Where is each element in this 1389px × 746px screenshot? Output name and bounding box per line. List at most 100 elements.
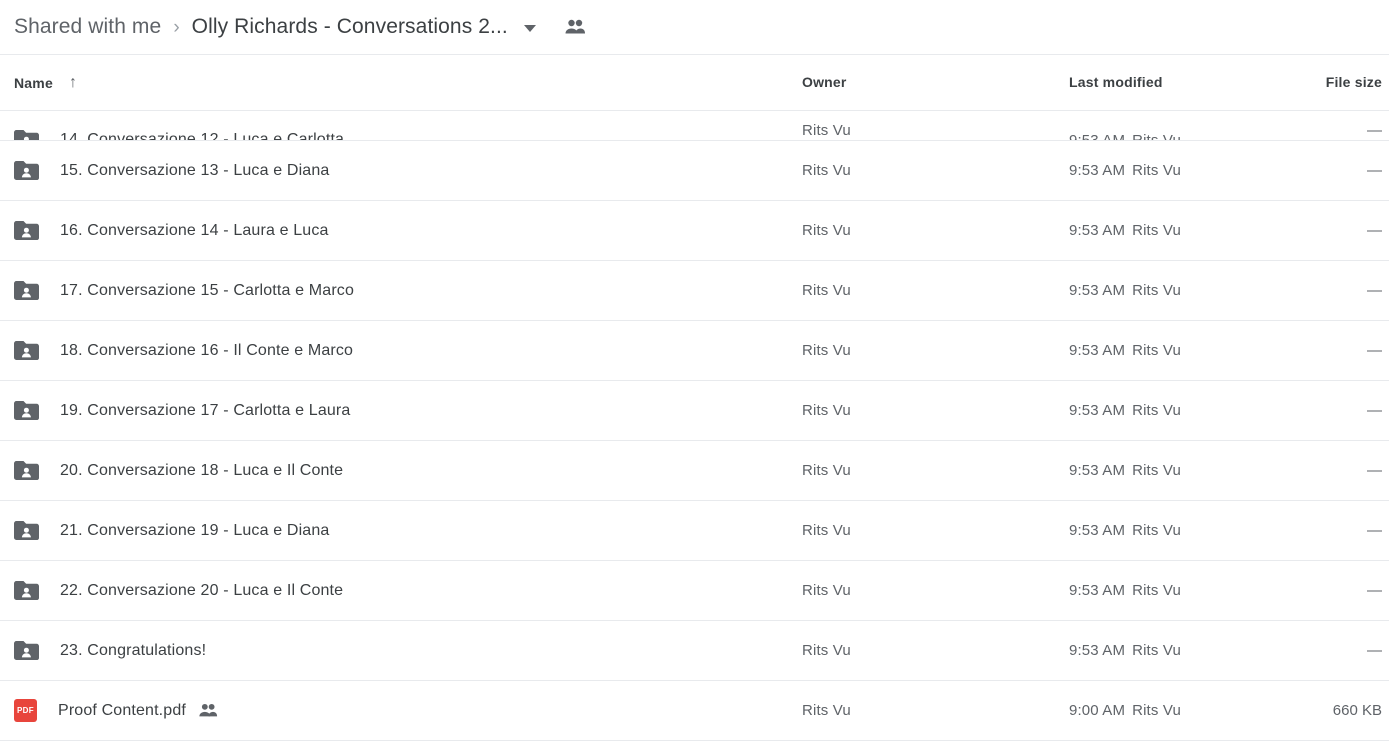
- breadcrumb: Shared with me › Olly Richards - Convers…: [0, 0, 1389, 55]
- breadcrumb-current-folder[interactable]: Olly Richards - Conversations 2...: [192, 15, 508, 39]
- column-header-name[interactable]: Name ↑: [0, 74, 802, 91]
- cell-name[interactable]: 18. Conversazione 16 - Il Conte e Marco: [0, 340, 802, 361]
- modified-by-label: Rits Vu: [1132, 132, 1181, 141]
- modified-by-label: Rits Vu: [1132, 641, 1181, 659]
- cell-owner: Rits Vu: [802, 702, 1069, 720]
- column-header-file-size[interactable]: File size: [1321, 74, 1389, 92]
- table-row[interactable]: 16. Conversazione 14 - Laura e Luca Rits …: [0, 201, 1389, 261]
- shared-folder-icon: [14, 520, 39, 541]
- cell-last-modified: 9:53 AM Rits Vu: [1069, 222, 1321, 240]
- file-size-label: —: [1367, 161, 1382, 179]
- modified-time-label: 9:53 AM: [1069, 221, 1126, 239]
- table-row[interactable]: 19. Conversazione 17 - Carlotta e Laura R…: [0, 381, 1389, 441]
- shared-folder-icon: [14, 280, 39, 301]
- cell-name[interactable]: 15. Conversazione 13 - Luca e Diana: [0, 160, 802, 181]
- modified-by-label: Rits Vu: [1132, 581, 1181, 599]
- modified-by-label: Rits Vu: [1132, 341, 1181, 359]
- column-header-name-label: Name: [14, 74, 53, 91]
- modified-time-label: 9:53 AM: [1069, 641, 1126, 659]
- table-header-row: Name ↑ Owner Last modified File size: [0, 55, 1389, 111]
- column-header-last-modified[interactable]: Last modified: [1069, 74, 1321, 92]
- file-name-label: Proof Content.pdf: [58, 701, 186, 719]
- cell-name[interactable]: 22. Conversazione 20 - Luca e Il Conte: [0, 580, 802, 601]
- file-name-label: 17. Conversazione 15 - Carlotta e Marco: [60, 281, 354, 299]
- cell-file-size: 660 KB: [1321, 702, 1389, 720]
- cell-last-modified: 9:53 AM Rits Vu: [1069, 402, 1321, 420]
- modified-by-label: Rits Vu: [1132, 701, 1181, 719]
- owner-label: Rits Vu: [802, 701, 851, 719]
- cell-name[interactable]: 19. Conversazione 17 - Carlotta e Laura: [0, 400, 802, 421]
- modified-time-label: 9:53 AM: [1069, 341, 1126, 359]
- modified-by-label: Rits Vu: [1132, 221, 1181, 239]
- cell-last-modified: 9:53 AM Rits Vu: [1069, 342, 1321, 360]
- shared-folder-icon: [14, 580, 39, 601]
- owner-label: Rits Vu: [802, 221, 851, 239]
- modified-by-label: Rits Vu: [1132, 401, 1181, 419]
- table-row[interactable]: PDF Proof Content.pdf Rits Vu 9:00 AM Rits V…: [0, 681, 1389, 741]
- cell-last-modified: 9:53 AM Rits Vu: [1069, 642, 1321, 660]
- cell-name[interactable]: PDF Proof Content.pdf: [0, 699, 802, 722]
- file-size-label: —: [1367, 461, 1382, 479]
- shared-folder-icon: [14, 129, 39, 140]
- file-size-label: —: [1367, 341, 1382, 359]
- file-name-label: 14. Conversazione 12 - Luca e Carlotta: [60, 130, 345, 141]
- cell-file-size: —: [1321, 462, 1389, 480]
- cell-name[interactable]: 14. Conversazione 12 - Luca e Carlotta: [0, 119, 802, 140]
- pdf-file-icon: PDF: [14, 699, 37, 722]
- sort-ascending-icon[interactable]: ↑: [69, 74, 77, 91]
- shared-folder-icon: [14, 220, 39, 241]
- cell-name[interactable]: 20. Conversazione 18 - Luca e Il Conte: [0, 460, 802, 481]
- table-row[interactable]: 17. Conversazione 15 - Carlotta e Marco R…: [0, 261, 1389, 321]
- modified-time-label: 9:53 AM: [1069, 132, 1126, 141]
- owner-label: Rits Vu: [802, 161, 851, 179]
- chevron-down-icon[interactable]: [523, 25, 536, 32]
- modified-time-label: 9:53 AM: [1069, 581, 1126, 599]
- cell-last-modified: 9:53 AM Rits Vu: [1069, 162, 1321, 180]
- cell-file-size: —: [1321, 522, 1389, 540]
- table-row[interactable]: 20. Conversazione 18 - Luca e Il Conte Ri…: [0, 441, 1389, 501]
- table-row[interactable]: 15. Conversazione 13 - Luca e Diana Rits …: [0, 141, 1389, 201]
- modified-by-label: Rits Vu: [1132, 281, 1181, 299]
- file-name-label: 15. Conversazione 13 - Luca e Diana: [60, 161, 330, 179]
- cell-name[interactable]: 21. Conversazione 19 - Luca e Diana: [0, 520, 802, 541]
- owner-label: Rits Vu: [802, 641, 851, 659]
- file-size-label: —: [1367, 401, 1382, 419]
- file-size-label: —: [1367, 581, 1382, 599]
- table-row[interactable]: 22. Conversazione 20 - Luca e Il Conte Ri…: [0, 561, 1389, 621]
- owner-label: Rits Vu: [802, 521, 851, 539]
- modified-by-label: Rits Vu: [1132, 161, 1181, 179]
- cell-owner: Rits Vu: [802, 642, 1069, 660]
- cell-name[interactable]: 16. Conversazione 14 - Laura e Luca: [0, 220, 802, 241]
- file-size-label: —: [1367, 281, 1382, 299]
- people-shared-icon[interactable]: [198, 703, 218, 718]
- owner-label: Rits Vu: [802, 581, 851, 599]
- cell-owner: Rits Vu: [802, 582, 1069, 600]
- file-list-body: 14. Conversazione 12 - Luca e Carlotta Ri…: [0, 111, 1389, 741]
- table-row[interactable]: 21. Conversazione 19 - Luca e Diana Rits …: [0, 501, 1389, 561]
- cell-owner: Rits Vu: [802, 282, 1069, 300]
- table-row[interactable]: 14. Conversazione 12 - Luca e Carlotta Ri…: [0, 111, 1389, 141]
- column-header-owner[interactable]: Owner: [802, 74, 1069, 92]
- modified-by-label: Rits Vu: [1132, 521, 1181, 539]
- file-size-label: —: [1367, 641, 1382, 659]
- shared-folder-icon: [14, 400, 39, 421]
- breadcrumb-separator-icon: ›: [173, 16, 180, 38]
- people-shared-icon[interactable]: [564, 19, 586, 35]
- file-name-label: 21. Conversazione 19 - Luca e Diana: [60, 521, 330, 539]
- shared-folder-icon: [14, 160, 39, 181]
- owner-label: Rits Vu: [802, 281, 851, 299]
- breadcrumb-parent-link[interactable]: Shared with me: [14, 15, 161, 39]
- column-header-last-modified-label: Last modified: [1069, 73, 1163, 90]
- column-header-file-size-label: File size: [1325, 73, 1382, 90]
- cell-last-modified: 9:53 AM Rits Vu: [1069, 582, 1321, 600]
- cell-name[interactable]: 23. Congratulations!: [0, 640, 802, 661]
- file-name-label: 18. Conversazione 16 - Il Conte e Marco: [60, 341, 354, 359]
- cell-last-modified: 9:00 AM Rits Vu: [1069, 702, 1321, 720]
- modified-time-label: 9:53 AM: [1069, 461, 1126, 479]
- table-row[interactable]: 18. Conversazione 16 - Il Conte e Marco R…: [0, 321, 1389, 381]
- cell-file-size: —: [1321, 342, 1389, 360]
- cell-name[interactable]: 17. Conversazione 15 - Carlotta e Marco: [0, 280, 802, 301]
- cell-last-modified: 9:53 AM Rits Vu: [1069, 282, 1321, 300]
- cell-last-modified: 9:53 AM Rits Vu: [1069, 522, 1321, 540]
- table-row[interactable]: 23. Congratulations! Rits Vu 9:53 AM Rits V…: [0, 621, 1389, 681]
